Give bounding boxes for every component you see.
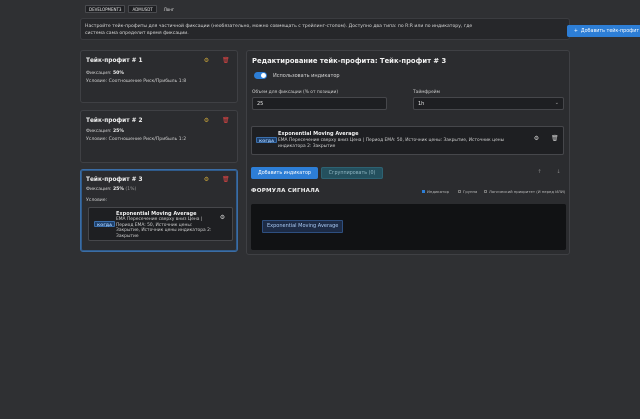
trash-icon[interactable]: 🗑 bbox=[222, 117, 230, 124]
gear-icon[interactable]: ⚙ bbox=[203, 176, 210, 183]
timeframe-select[interactable]: 1h ⌄ bbox=[413, 97, 564, 110]
card-title: Тейк-профит # 2 bbox=[86, 118, 143, 124]
gear-icon[interactable]: ⚙ bbox=[203, 117, 210, 124]
condition-line: Условие: bbox=[86, 198, 108, 203]
card-title: Тейк-профит # 1 bbox=[86, 58, 143, 64]
arrow-down-icon[interactable]: ↓ bbox=[553, 167, 564, 178]
fix-line: Фиксация: 50% bbox=[86, 71, 124, 76]
info-text: Настройте тейк-профиты для частичной фик… bbox=[85, 24, 473, 36]
add-indicator-button[interactable]: Добавить индикатор bbox=[251, 167, 318, 179]
group-button[interactable]: Сгруппировать (0) bbox=[321, 167, 383, 179]
arrow-up-icon[interactable]: ↑ bbox=[534, 167, 545, 178]
chevron-down-icon: ⌄ bbox=[554, 100, 559, 106]
top-tabs: DEVELOPMENT3 ADMUSDT Лонг bbox=[85, 5, 178, 13]
gear-icon[interactable]: ⚙ bbox=[203, 57, 210, 64]
add-take-profit-label: Добавить тейк-профит bbox=[580, 28, 640, 34]
when-badge: КОГДА bbox=[94, 221, 116, 227]
indicator-title: Exponential Moving Average bbox=[278, 131, 359, 137]
tab-long[interactable]: Лонг bbox=[160, 5, 178, 13]
use-indicator-label: Использовать индикатор bbox=[273, 73, 340, 79]
edit-panel: Редактирование тейк-профита: Тейк-профит… bbox=[246, 50, 570, 255]
condition-line: Условие: Соотношение Риск/Прибыль 1:2 bbox=[86, 137, 187, 142]
indicator-card[interactable]: КОГДА Exponential Moving Average EMA Пер… bbox=[88, 207, 233, 241]
gear-icon[interactable]: ⚙ bbox=[533, 135, 540, 142]
timeframe-value: 1h bbox=[418, 101, 425, 107]
take-profit-card-2[interactable]: Тейк-профит # 2 ⚙ 🗑 Фиксация: 25% Услови… bbox=[80, 110, 238, 163]
gear-icon[interactable]: ⚙ bbox=[219, 214, 226, 221]
tab-admusdt[interactable]: ADMUSDT bbox=[128, 5, 157, 13]
tab-development3[interactable]: DEVELOPMENT3 bbox=[85, 5, 126, 13]
plus-icon: + bbox=[573, 28, 578, 34]
legend-indicator: Индикатор bbox=[422, 189, 449, 194]
fix-line: Фиксация: 25% bbox=[86, 129, 124, 134]
trash-icon[interactable]: 🗑 bbox=[222, 176, 230, 183]
card-title: Тейк-профит # 3 bbox=[86, 177, 143, 183]
info-banner: Настройте тейк-профиты для частичной фик… bbox=[80, 18, 640, 40]
formula-canvas: Exponential Moving Average bbox=[251, 204, 566, 250]
trash-icon[interactable]: 🗑 bbox=[551, 135, 559, 142]
take-profit-card-1[interactable]: Тейк-профит # 1 ⚙ 🗑 Фиксация: 50% Услови… bbox=[80, 50, 238, 103]
legend-group: Группа bbox=[458, 189, 477, 194]
timeframe-label: Таймфрейм bbox=[413, 90, 440, 95]
volume-label: Объем для фиксации (% от позиции) bbox=[252, 90, 339, 95]
volume-input[interactable]: 25 bbox=[252, 97, 387, 110]
panel-title: Редактирование тейк-профита: Тейк-профит… bbox=[252, 57, 447, 65]
add-take-profit-button[interactable]: + Добавить тейк-профит bbox=[567, 25, 640, 37]
legend-logic-priority: Логический приоритет (И перед ИЛИ) bbox=[484, 189, 565, 194]
use-indicator-toggle[interactable] bbox=[254, 72, 267, 79]
indicator-card[interactable]: КОГДА Exponential Moving Average EMA Пер… bbox=[251, 126, 564, 155]
take-profit-card-3[interactable]: Тейк-профит # 3 ⚙ 🗑 Фиксация: 25% (1%) У… bbox=[80, 169, 238, 252]
fix-line: Фиксация: 25% (1%) bbox=[86, 187, 137, 192]
formula-title: ФОРМУЛА СИГНАЛА bbox=[251, 188, 320, 194]
when-badge: КОГДА bbox=[256, 137, 278, 143]
indicator-description: EMA Пересечение сверху вниз Цена | Перио… bbox=[116, 217, 212, 239]
trash-icon[interactable]: 🗑 bbox=[222, 57, 230, 64]
indicator-description: EMA Пересечение сверху вниз Цена | Перио… bbox=[278, 138, 505, 149]
formula-indicator-chip[interactable]: Exponential Moving Average bbox=[262, 220, 344, 233]
condition-line: Условие: Соотношение Риск/Прибыль 1:8 bbox=[86, 79, 187, 84]
